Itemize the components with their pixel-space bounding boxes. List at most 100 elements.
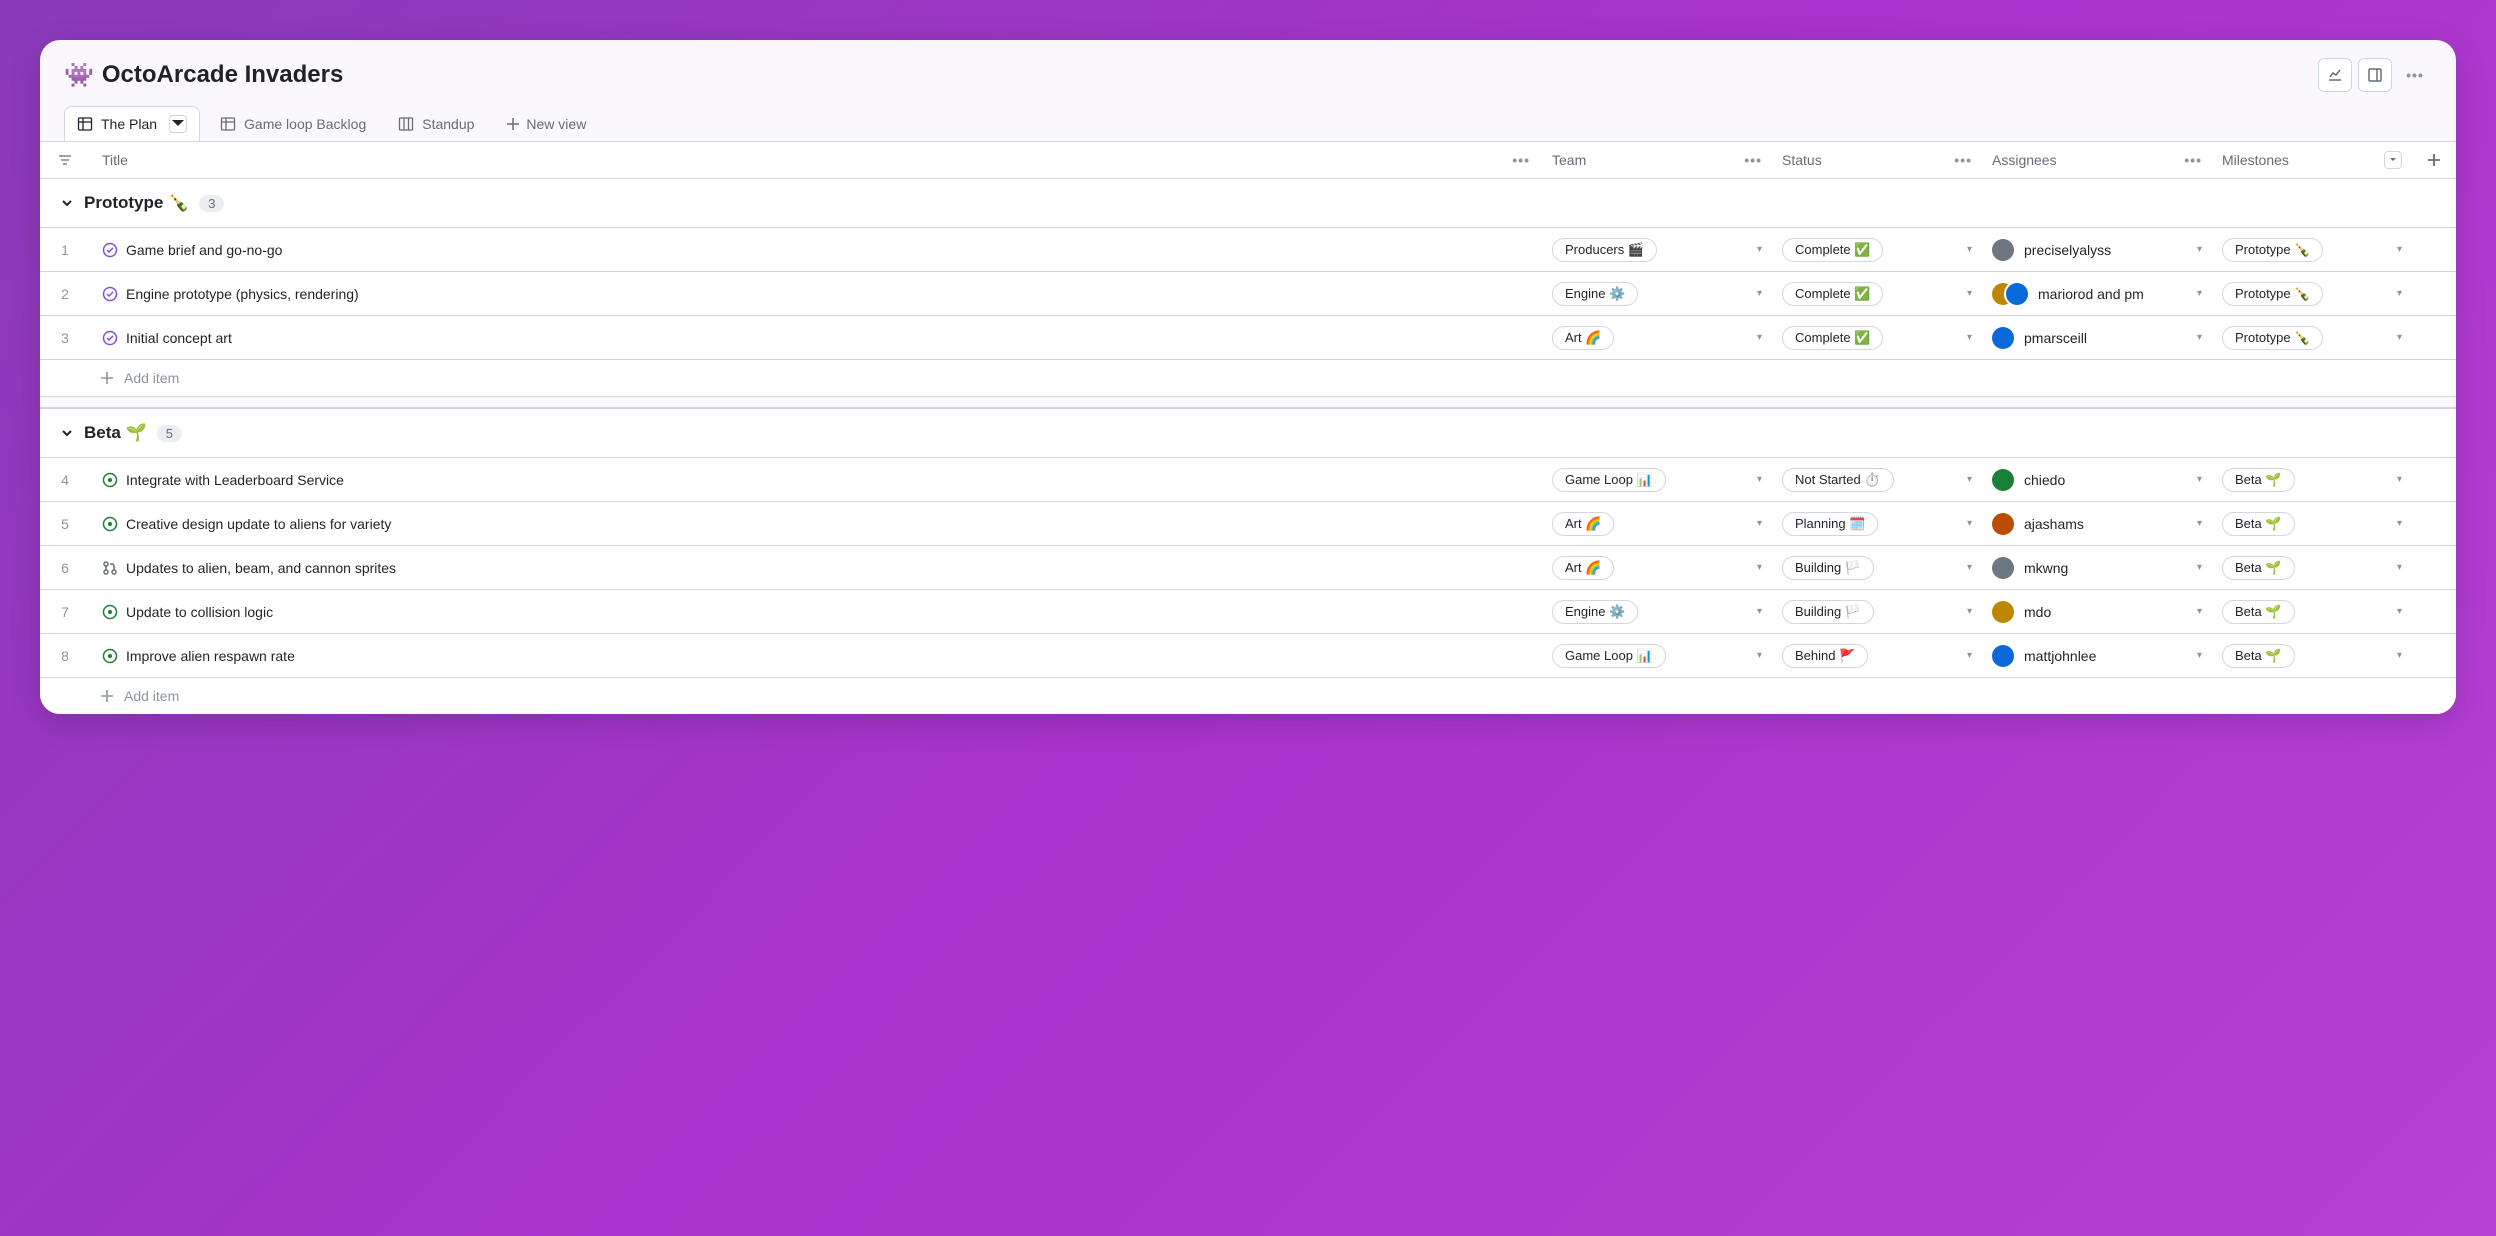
cell-caret-icon[interactable]: ▾ (1757, 606, 1762, 617)
col-status-menu[interactable]: ••• (1954, 152, 1972, 168)
cell-caret-icon[interactable]: ▾ (2397, 606, 2402, 617)
cell-caret-icon[interactable]: ▾ (2397, 244, 2402, 255)
col-milestones-label[interactable]: Milestones (2222, 152, 2289, 168)
add-item-button[interactable]: Add item (40, 359, 2456, 396)
team-cell[interactable]: Art 🌈 ▾ (1542, 550, 1772, 586)
cell-caret-icon[interactable]: ▾ (2197, 474, 2202, 485)
cell-caret-icon[interactable]: ▾ (1967, 606, 1972, 617)
milestone-cell[interactable]: Prototype 🍾 ▾ (2212, 232, 2412, 268)
cell-caret-icon[interactable]: ▾ (1967, 562, 1972, 573)
row-title[interactable]: Updates to alien, beam, and cannon sprit… (126, 560, 396, 576)
cell-caret-icon[interactable]: ▾ (2397, 518, 2402, 529)
row-title[interactable]: Initial concept art (126, 330, 232, 346)
table-row[interactable]: 5 Creative design update to aliens for v… (40, 501, 2456, 545)
cell-caret-icon[interactable]: ▾ (1757, 332, 1762, 343)
cell-caret-icon[interactable]: ▾ (2397, 474, 2402, 485)
team-cell[interactable]: Engine ⚙️ ▾ (1542, 594, 1772, 630)
add-item-button[interactable]: Add item (40, 677, 2456, 714)
col-title-label[interactable]: Title (102, 152, 128, 168)
milestone-cell[interactable]: Beta 🌱 ▾ (2212, 506, 2412, 542)
milestone-cell[interactable]: Beta 🌱 ▾ (2212, 462, 2412, 498)
team-cell[interactable]: Engine ⚙️ ▾ (1542, 276, 1772, 312)
status-cell[interactable]: Building 🏳️ ▾ (1772, 594, 1982, 630)
table-row[interactable]: 1 Game brief and go-no-go Producers 🎬 ▾ … (40, 227, 2456, 271)
cell-caret-icon[interactable]: ▾ (1757, 562, 1762, 573)
cell-caret-icon[interactable]: ▾ (1757, 288, 1762, 299)
col-team-menu[interactable]: ••• (1744, 152, 1762, 168)
milestone-cell[interactable]: Beta 🌱 ▾ (2212, 594, 2412, 630)
group-header[interactable]: Prototype 🍾 3 (40, 178, 2456, 227)
group-header[interactable]: Beta 🌱 5 (40, 408, 2456, 457)
table-row[interactable]: 7 Update to collision logic Engine ⚙️ ▾ … (40, 589, 2456, 633)
col-milestones-menu[interactable] (2384, 151, 2402, 169)
col-assignees-label[interactable]: Assignees (1992, 152, 2057, 168)
status-cell[interactable]: Building 🏳️ ▾ (1772, 550, 1982, 586)
assignees-cell[interactable]: mariorod and pm ▾ (1982, 277, 2212, 311)
assignees-cell[interactable]: mdo ▾ (1982, 595, 2212, 629)
team-cell[interactable]: Art 🌈 ▾ (1542, 506, 1772, 542)
cell-caret-icon[interactable]: ▾ (1757, 474, 1762, 485)
col-assignees-menu[interactable]: ••• (2184, 152, 2202, 168)
milestone-cell[interactable]: Beta 🌱 ▾ (2212, 550, 2412, 586)
status-cell[interactable]: Complete ✅ ▾ (1772, 232, 1982, 268)
cell-caret-icon[interactable]: ▾ (1967, 288, 1972, 299)
team-cell[interactable]: Producers 🎬 ▾ (1542, 232, 1772, 268)
team-cell[interactable]: Art 🌈 ▾ (1542, 320, 1772, 356)
assignees-cell[interactable]: pmarsceill ▾ (1982, 321, 2212, 355)
row-title[interactable]: Engine prototype (physics, rendering) (126, 286, 359, 302)
cell-caret-icon[interactable]: ▾ (2197, 332, 2202, 343)
assignees-cell[interactable]: ajashams ▾ (1982, 507, 2212, 541)
table-row[interactable]: 2 Engine prototype (physics, rendering) … (40, 271, 2456, 315)
cell-caret-icon[interactable]: ▾ (2197, 650, 2202, 661)
status-cell[interactable]: Behind 🚩 ▾ (1772, 638, 1982, 674)
more-button[interactable]: ••• (2398, 58, 2432, 92)
cell-caret-icon[interactable]: ▾ (2397, 562, 2402, 573)
cell-caret-icon[interactable]: ▾ (2197, 244, 2202, 255)
cell-caret-icon[interactable]: ▾ (1967, 650, 1972, 661)
cell-caret-icon[interactable]: ▾ (1967, 518, 1972, 529)
status-cell[interactable]: Complete ✅ ▾ (1772, 276, 1982, 312)
table-row[interactable]: 6 Updates to alien, beam, and cannon spr… (40, 545, 2456, 589)
row-title[interactable]: Creative design update to aliens for var… (126, 516, 391, 532)
status-cell[interactable]: Complete ✅ ▾ (1772, 320, 1982, 356)
col-status-label[interactable]: Status (1782, 152, 1822, 168)
cell-caret-icon[interactable]: ▾ (1757, 244, 1762, 255)
team-cell[interactable]: Game Loop 📊 ▾ (1542, 462, 1772, 498)
status-cell[interactable]: Not Started ⏱️ ▾ (1772, 462, 1982, 498)
milestone-cell[interactable]: Prototype 🍾 ▾ (2212, 320, 2412, 356)
add-column-button[interactable] (2412, 153, 2456, 167)
milestone-cell[interactable]: Prototype 🍾 ▾ (2212, 276, 2412, 312)
tab-the-plan[interactable]: The Plan (64, 106, 200, 141)
assignees-cell[interactable]: preciselyalyss ▾ (1982, 233, 2212, 267)
tab-dropdown[interactable] (169, 115, 187, 133)
cell-caret-icon[interactable]: ▾ (1757, 518, 1762, 529)
col-title-menu[interactable]: ••• (1512, 152, 1530, 168)
table-row[interactable]: 3 Initial concept art Art 🌈 ▾ Complete ✅… (40, 315, 2456, 359)
milestone-cell[interactable]: Beta 🌱 ▾ (2212, 638, 2412, 674)
status-cell[interactable]: Planning 🗓️ ▾ (1772, 506, 1982, 542)
cell-caret-icon[interactable]: ▾ (1967, 332, 1972, 343)
new-view-button[interactable]: New view (494, 108, 598, 140)
cell-caret-icon[interactable]: ▾ (2397, 288, 2402, 299)
tab-backlog[interactable]: Game loop Backlog (208, 108, 378, 140)
assignees-cell[interactable]: mattjohnlee ▾ (1982, 639, 2212, 673)
cell-caret-icon[interactable]: ▾ (1967, 474, 1972, 485)
table-row[interactable]: 4 Integrate with Leaderboard Service Gam… (40, 457, 2456, 501)
table-row[interactable]: 8 Improve alien respawn rate Game Loop 📊… (40, 633, 2456, 677)
assignees-cell[interactable]: mkwng ▾ (1982, 551, 2212, 585)
row-title[interactable]: Game brief and go-no-go (126, 242, 282, 258)
cell-caret-icon[interactable]: ▾ (2197, 288, 2202, 299)
panel-button[interactable] (2358, 58, 2392, 92)
cell-caret-icon[interactable]: ▾ (2197, 518, 2202, 529)
cell-caret-icon[interactable]: ▾ (2197, 606, 2202, 617)
team-cell[interactable]: Game Loop 📊 ▾ (1542, 638, 1772, 674)
insights-button[interactable] (2318, 58, 2352, 92)
row-title[interactable]: Update to collision logic (126, 604, 273, 620)
cell-caret-icon[interactable]: ▾ (2397, 650, 2402, 661)
cell-caret-icon[interactable]: ▾ (2397, 332, 2402, 343)
assignees-cell[interactable]: chiedo ▾ (1982, 463, 2212, 497)
col-team-label[interactable]: Team (1552, 152, 1586, 168)
filter-button[interactable] (40, 153, 90, 167)
cell-caret-icon[interactable]: ▾ (1967, 244, 1972, 255)
tab-standup[interactable]: Standup (386, 108, 486, 140)
